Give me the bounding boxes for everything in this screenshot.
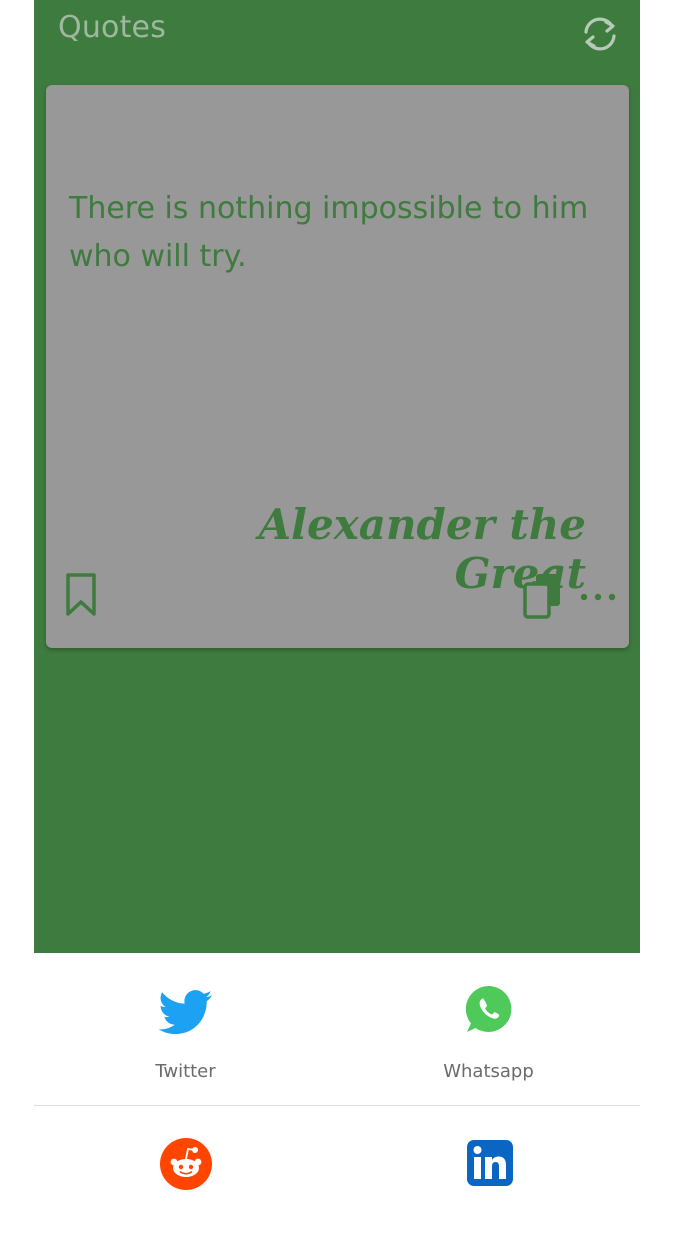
more-icon[interactable] <box>578 585 618 609</box>
share-reddit[interactable] <box>34 1106 337 1256</box>
reddit-icon <box>160 1138 212 1190</box>
refresh-icon[interactable] <box>576 10 624 58</box>
quote-text: There is nothing impossible to him who w… <box>69 191 589 274</box>
whatsapp-icon <box>465 985 512 1032</box>
share-whatsapp[interactable]: Whatsapp <box>337 953 640 1103</box>
share-label-twitter: Twitter <box>155 1061 216 1082</box>
quote-card[interactable]: There is nothing impossible to him who w… <box>46 85 629 648</box>
share-linkedin[interactable] <box>337 1106 640 1256</box>
share-twitter[interactable]: Twitter <box>34 953 337 1103</box>
share-label-whatsapp: Whatsapp <box>443 1061 534 1082</box>
linkedin-icon <box>467 1140 513 1186</box>
twitter-icon <box>159 990 213 1035</box>
app-title: Quotes <box>58 10 167 45</box>
share-sheet: Twitter Whatsapp <box>34 953 640 1199</box>
copy-icon[interactable] <box>522 572 562 620</box>
bookmark-icon[interactable] <box>64 572 98 618</box>
